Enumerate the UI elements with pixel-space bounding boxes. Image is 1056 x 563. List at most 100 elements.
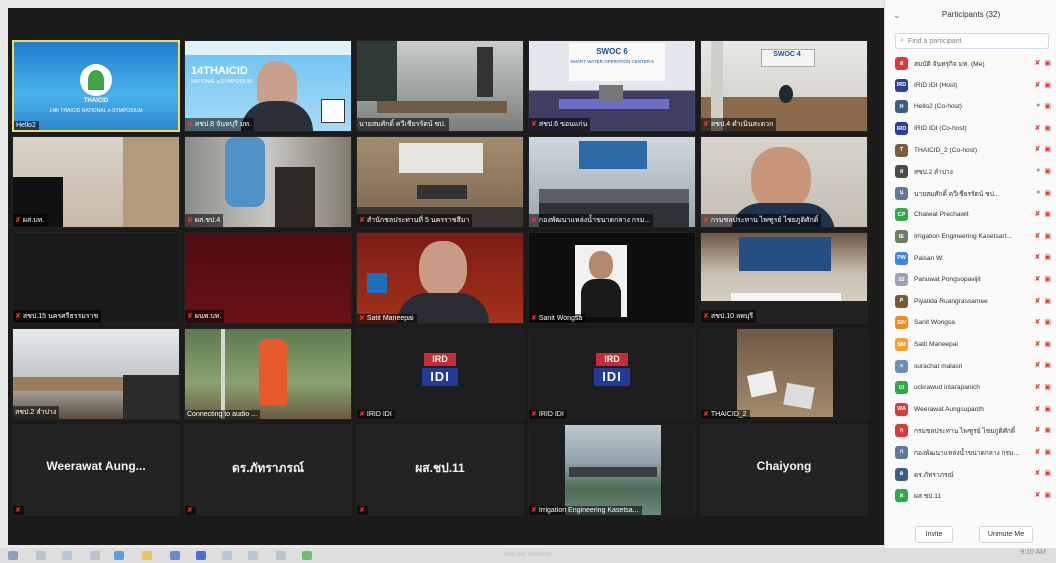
muted-mic-icon[interactable]: ✘: [1035, 318, 1041, 326]
camera-off-icon[interactable]: ▣: [1044, 426, 1051, 434]
video-tile[interactable]: นายสมศักดิ์ ควีเชียรรัตน์ ชป.: [356, 40, 524, 132]
muted-mic-icon[interactable]: ✘: [1035, 340, 1041, 348]
start-icon[interactable]: [8, 551, 18, 560]
muted-mic-icon[interactable]: ✘: [1035, 232, 1041, 240]
video-tile[interactable]: ✘ กองพัฒนาแหล่งน้ำขนาดกลาง กรม...: [528, 136, 696, 228]
participant-row[interactable]: ผ ผส.ชป.11 ✘ ▣: [885, 485, 1056, 507]
video-tile[interactable]: IRD IDI ✘ IRID IDI: [528, 328, 696, 420]
video-tile[interactable]: 14THAICID NATIONAL e-SYMPOSIUM ✘ สชป.8 จันท…: [184, 40, 352, 132]
camera-off-icon[interactable]: ▣: [1044, 383, 1051, 391]
participant-row[interactable]: IE Irrigation Engineering Kasetsart... ✘ ▣: [885, 226, 1056, 248]
video-tile[interactable]: ✘ สชป.10 ลพบุรี: [700, 232, 868, 324]
video-tile[interactable]: ✘ กรมชลประทาน ไพฑูรย์ ไชยภูติศักดิ์: [700, 136, 868, 228]
camera-off-icon[interactable]: ▣: [1044, 59, 1051, 67]
muted-mic-icon[interactable]: ✘: [1035, 124, 1041, 132]
app-icon[interactable]: [222, 551, 232, 560]
camera-off-icon[interactable]: ▣: [1044, 361, 1051, 369]
muted-mic-icon[interactable]: ✘: [1035, 59, 1041, 67]
camera-off-icon[interactable]: ▣: [1044, 297, 1051, 305]
video-tile[interactable]: สชป.2 ลำปาง: [12, 328, 180, 420]
microphone-icon[interactable]: ●: [1036, 167, 1040, 175]
task-view-icon[interactable]: [62, 551, 72, 560]
invite-button[interactable]: Invite: [915, 526, 953, 543]
camera-off-icon[interactable]: ▣: [1044, 340, 1051, 348]
muted-mic-icon[interactable]: ✘: [1035, 383, 1041, 391]
camera-off-icon[interactable]: ▣: [1044, 102, 1051, 110]
muted-mic-icon[interactable]: ✘: [1035, 491, 1041, 499]
microphone-icon[interactable]: ●: [1036, 102, 1040, 110]
muted-mic-icon[interactable]: ✘: [1035, 253, 1041, 261]
camera-off-icon[interactable]: ▣: [1044, 469, 1051, 477]
video-tile[interactable]: ดร.ภัทราภรณ์ ✘: [184, 424, 352, 516]
video-tile[interactable]: ✘ ผส.บท.: [12, 136, 180, 228]
muted-mic-icon[interactable]: ✘: [1035, 361, 1041, 369]
muted-mic-icon[interactable]: ✘: [1035, 297, 1041, 305]
participant-row[interactable]: PW Paisan W. ✘ ▣: [885, 247, 1056, 269]
video-tile[interactable]: Chaiyong: [700, 424, 868, 516]
camera-off-icon[interactable]: ▣: [1044, 491, 1051, 499]
video-tile[interactable]: IRD IDI ✘ IRID IDI: [356, 328, 524, 420]
camera-off-icon[interactable]: ▣: [1044, 253, 1051, 261]
muted-mic-icon[interactable]: ✘: [1035, 275, 1041, 283]
participant-row[interactable]: WA Weerawat Aungsupanth ✘ ▣: [885, 399, 1056, 421]
camera-off-icon[interactable]: ▣: [1044, 81, 1051, 89]
participant-row[interactable]: 53 Panuwat Pongsopavijit ✘ ▣: [885, 269, 1056, 291]
camera-off-icon[interactable]: ▣: [1044, 232, 1051, 240]
participant-row[interactable]: SW Sanit Wongsa ✘ ▣: [885, 312, 1056, 334]
participant-row[interactable]: H Hello2 (Co-host) ● ▣: [885, 96, 1056, 118]
video-tile[interactable]: SWOC 4 ✘ สชป.4 ดำเนินสะดวก: [700, 40, 868, 132]
participant-search-input[interactable]: ⌕ Find a participant: [895, 33, 1049, 49]
participant-row[interactable]: ส สมบัติ จันทรุกิจ มท. (Me) ✘ ▣: [885, 53, 1056, 75]
video-tile[interactable]: ✘ Satit Maneepai: [356, 232, 524, 324]
participant-row[interactable]: ก กองพัฒนาแหล่งน้ำขนาดกลาง กรมชล... ✘ ▣: [885, 442, 1056, 464]
muted-mic-icon[interactable]: ✘: [1035, 405, 1041, 413]
participant-row[interactable]: น นายสมศักดิ์ ควีเชียรรัตน์ ชป... ● ▣: [885, 183, 1056, 205]
search-taskbar-icon[interactable]: [36, 551, 46, 560]
camera-off-icon[interactable]: ▣: [1044, 210, 1051, 218]
muted-mic-icon[interactable]: ✘: [1035, 469, 1041, 477]
participant-row[interactable]: ก กรมชลประทาน ไพฑูรย์ ไชยภูติศักดิ์ ✘ ▣: [885, 420, 1056, 442]
participant-row[interactable]: IRD IRID IDI (Co-host) ✘ ▣: [885, 118, 1056, 140]
video-tile[interactable]: Weerawat Aung... ✘: [12, 424, 180, 516]
app-icon[interactable]: [248, 551, 258, 560]
camera-off-icon[interactable]: ▣: [1044, 405, 1051, 413]
muted-mic-icon[interactable]: ✘: [1035, 210, 1041, 218]
file-explorer-icon[interactable]: [142, 551, 152, 560]
participant-row[interactable]: s surachat malasri ✘ ▣: [885, 355, 1056, 377]
muted-mic-icon[interactable]: ✘: [1035, 145, 1041, 153]
video-tile[interactable]: ✘ Sanit Wongsa: [528, 232, 696, 324]
participant-row[interactable]: T THAICID_2 (Co-host) ✘ ▣: [885, 139, 1056, 161]
participant-row[interactable]: IRD IRID IDI (Host) ✘ ▣: [885, 75, 1056, 97]
app-icon[interactable]: [170, 551, 180, 560]
edge-browser-icon[interactable]: [114, 551, 124, 560]
camera-off-icon[interactable]: ▣: [1044, 275, 1051, 283]
participant-row[interactable]: UI uckrawud intarapanich ✘ ▣: [885, 377, 1056, 399]
camera-off-icon[interactable]: ▣: [1044, 124, 1051, 132]
muted-mic-icon[interactable]: ✘: [1035, 81, 1041, 89]
video-tile[interactable]: ✘ ผส.ชป.4: [184, 136, 352, 228]
zoom-app-icon[interactable]: [196, 551, 206, 560]
participant-row[interactable]: P Piyatida Ruangrassamee ✘ ▣: [885, 291, 1056, 313]
video-tile[interactable]: Connecting to audio ...: [184, 328, 352, 420]
muted-mic-icon[interactable]: ✘: [1035, 426, 1041, 434]
video-tile[interactable]: ผส.ชป.11 ✘: [356, 424, 524, 516]
video-tile[interactable]: SWOC 6 SMART WATER OPERATION CENTER 6 ✘ สชป…: [528, 40, 696, 132]
widgets-icon[interactable]: [90, 551, 100, 560]
camera-off-icon[interactable]: ▣: [1044, 167, 1051, 175]
muted-mic-icon[interactable]: ✘: [1035, 448, 1041, 456]
video-tile[interactable]: ✘ สชป.15 นครศรีธรรมราช: [12, 232, 180, 324]
video-tile[interactable]: ✘ Irrigation Engineering Kasetsa...: [528, 424, 696, 516]
video-tile[interactable]: THAICID 14th THAICID NATIONAL e-SYMPOSIUM…: [12, 40, 180, 132]
collapse-chevron-icon[interactable]: ⌄: [893, 0, 901, 30]
camera-off-icon[interactable]: ▣: [1044, 189, 1051, 197]
microphone-icon[interactable]: ●: [1036, 189, 1040, 197]
camera-off-icon[interactable]: ▣: [1044, 448, 1051, 456]
app-icon[interactable]: [302, 551, 312, 560]
participant-row[interactable]: ด ดร.ภัทราภรณ์ ✘ ▣: [885, 463, 1056, 485]
participant-row[interactable]: SM Satit Maneepai ✘ ▣: [885, 334, 1056, 356]
camera-off-icon[interactable]: ▣: [1044, 318, 1051, 326]
participant-row[interactable]: ส สชป.2 ลำปาง ● ▣: [885, 161, 1056, 183]
video-tile[interactable]: ✘ THAICID_2: [700, 328, 868, 420]
camera-off-icon[interactable]: ▣: [1044, 145, 1051, 153]
participant-row[interactable]: CP Chaiwat Prechawit ✘ ▣: [885, 204, 1056, 226]
